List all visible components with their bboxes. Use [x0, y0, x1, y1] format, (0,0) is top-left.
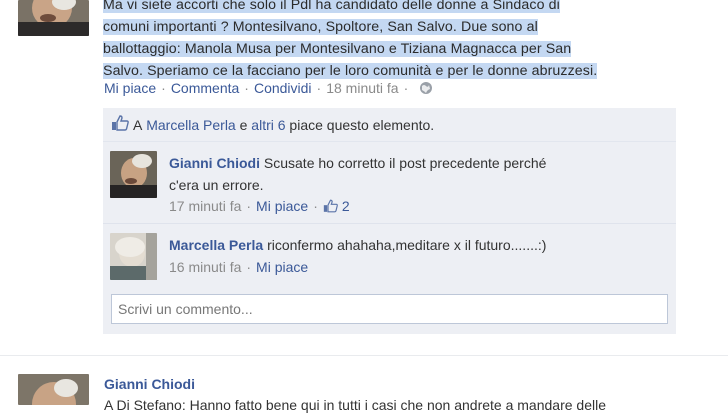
comment-body: Marcella Perla riconfermo ahahaha,medita…	[169, 234, 546, 256]
next-post-text: A Di Stefano: Hanno fatto bene qui in tu…	[104, 397, 606, 413]
separator: ·	[246, 198, 252, 214]
likes-suffix: piace questo elemento.	[289, 116, 435, 133]
separator: ·	[161, 80, 166, 96]
comment-item: Gianni Chiodi Scusate ho corretto il pos…	[103, 142, 676, 224]
likes-connector: e	[239, 116, 248, 133]
comment-timestamp[interactable]: 17 minuti fa	[169, 198, 241, 214]
likes-others-link[interactable]: altri 6	[251, 117, 285, 133]
comments-section: A Marcella Perla e altri 6 piace questo …	[103, 108, 676, 334]
like-link[interactable]: Mi piace	[104, 80, 156, 96]
separator: ·	[244, 80, 249, 96]
comment-meta: 17 minuti fa · Mi piace · 2	[169, 198, 350, 216]
likes-prefix: A	[133, 116, 143, 133]
post-author-avatar[interactable]	[18, 0, 89, 36]
post-text-line: Salvo. Speriamo ce la facciano per le lo…	[103, 63, 598, 79]
separator: ·	[313, 198, 318, 214]
post-text: Ma vi siete accorti che solo il Pdl ha c…	[103, 0, 703, 82]
comment-item: Marcella Perla riconfermo ahahaha,medita…	[103, 224, 676, 284]
next-post-author-link[interactable]: Gianni Chiodi	[104, 376, 195, 392]
comment-timestamp[interactable]: 16 minuti fa	[169, 259, 241, 275]
post-actions: Mi piace · Commenta · Condividi · 18 minuti fa…	[104, 80, 433, 98]
post-timestamp[interactable]: 18 minuti fa	[326, 80, 398, 96]
post-text-line: comuni importanti ? Montesilvano, Spolto…	[103, 19, 538, 35]
share-link[interactable]: Condividi	[254, 80, 312, 96]
post-divider	[0, 355, 728, 356]
globe-icon[interactable]	[419, 81, 433, 98]
comment-text: riconfermo ahahaha,meditare x il futuro.…	[267, 237, 547, 253]
separator: ·	[403, 80, 409, 96]
comment-author-link[interactable]: Gianni Chiodi	[169, 155, 260, 171]
comment-like-link[interactable]: Mi piace	[256, 198, 308, 214]
comment-meta: 16 minuti fa · Mi piace	[169, 259, 308, 275]
post-text-line: ballottaggio: Manola Musa per Montesilva…	[103, 41, 572, 57]
comment-input[interactable]: Scrivi un commento...	[111, 294, 668, 324]
post-text-line: Ma vi siete accorti che solo il Pdl ha c…	[103, 0, 560, 13]
commenter-avatar[interactable]	[110, 233, 157, 280]
separator: ·	[246, 259, 252, 275]
comment-text: c'era un errore.	[169, 177, 264, 193]
thumbs-up-icon	[111, 115, 133, 134]
likes-summary: A Marcella Perla e altri 6 piace questo …	[103, 108, 676, 142]
comment-text: Scusate ho corretto il post precedente p…	[263, 155, 547, 171]
post-author-avatar[interactable]	[18, 374, 89, 405]
liker-name-link[interactable]: Marcella Perla	[146, 117, 235, 133]
comment-author-link[interactable]: Marcella Perla	[169, 237, 263, 253]
comment-like-count[interactable]: 2	[342, 198, 350, 214]
comment-body: Gianni Chiodi Scusate ho corretto il pos…	[169, 152, 546, 196]
comment-like-link[interactable]: Mi piace	[256, 259, 308, 275]
commenter-avatar[interactable]	[110, 151, 157, 198]
thumbs-up-icon[interactable]	[323, 199, 338, 216]
comment-link[interactable]: Commenta	[171, 80, 239, 96]
separator: ·	[316, 80, 322, 96]
